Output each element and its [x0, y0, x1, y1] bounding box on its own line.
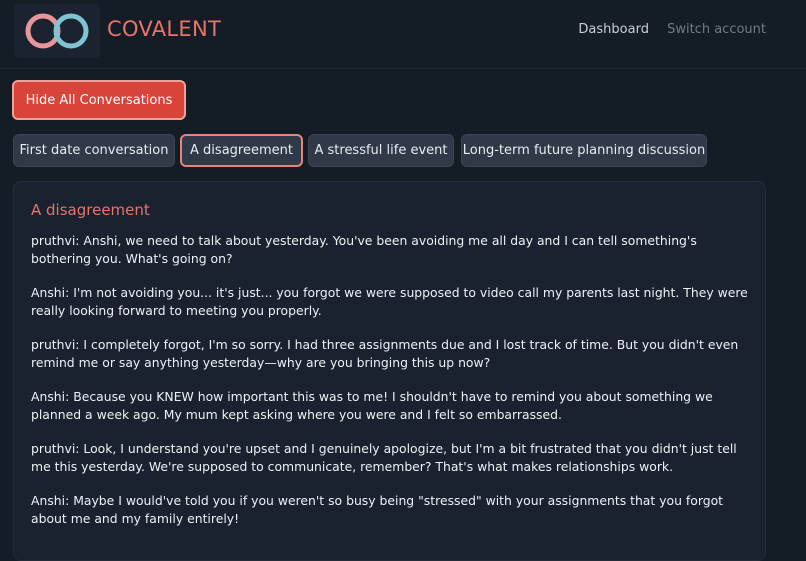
- dashboard-link[interactable]: Dashboard: [578, 22, 649, 37]
- brand-name: COVALENT: [107, 17, 222, 41]
- message: Anshi: Because you KNEW how important th…: [31, 389, 713, 422]
- message: pruthvi: I completely forgot, I'm so sor…: [31, 337, 739, 370]
- top-nav: Dashboard Switch account: [564, 22, 766, 37]
- conversation-panel: A disagreement pruthvi: Anshi, we need t…: [13, 181, 766, 561]
- message: pruthvi: Look, I understand you're upset…: [31, 441, 737, 474]
- tab-a-stressful-life-event[interactable]: A stressful life event: [308, 134, 454, 167]
- tab-long-term-future-planning[interactable]: Long-term future planning discussion: [461, 134, 707, 167]
- tab-first-date-conversation[interactable]: First date conversation: [13, 134, 175, 167]
- message: pruthvi: Anshi, we need to talk about ye…: [31, 233, 697, 266]
- top-bar: COVALENT Dashboard Switch account: [0, 0, 806, 69]
- message-list: pruthvi: Anshi, we need to talk about ye…: [31, 232, 751, 544]
- linked-rings-icon: [25, 13, 89, 49]
- tab-a-disagreement[interactable]: A disagreement: [180, 134, 303, 167]
- hide-all-conversations-button[interactable]: Hide All Conversations: [12, 80, 186, 120]
- message: Anshi: I'm not avoiding you... it's just…: [31, 285, 748, 318]
- logo[interactable]: [14, 4, 100, 58]
- conversation-title: A disagreement: [31, 201, 150, 219]
- message: Anshi: Maybe I would've told you if you …: [31, 493, 724, 526]
- switch-account-link[interactable]: Switch account: [667, 22, 766, 37]
